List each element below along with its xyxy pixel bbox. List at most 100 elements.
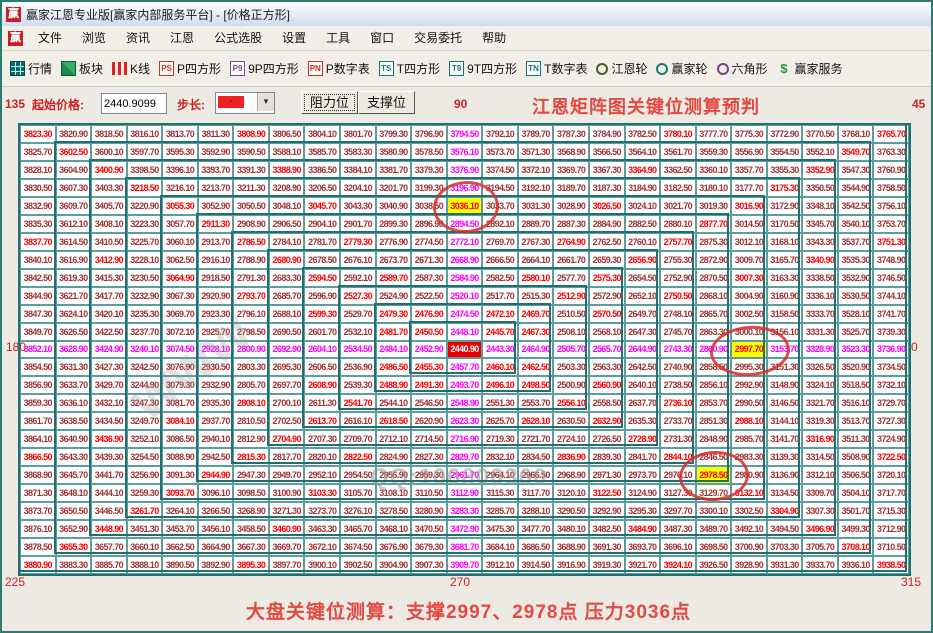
matrix-cell[interactable]: 2959.30 xyxy=(411,466,447,484)
matrix-cell[interactable]: 2644.90 xyxy=(625,341,661,359)
matrix-cell[interactable]: 3559.30 xyxy=(696,143,732,161)
matrix-cell[interactable]: 3933.70 xyxy=(802,556,838,574)
matrix-cell[interactable]: 3883.30 xyxy=(56,556,92,574)
matrix-cell[interactable]: 3194.50 xyxy=(482,179,518,197)
matrix-cell[interactable]: 3712.90 xyxy=(873,520,909,538)
matrix-cell[interactable]: 3256.90 xyxy=(127,466,163,484)
matrix-cell[interactable]: 2544.10 xyxy=(376,394,412,412)
matrix-cell[interactable]: 3432.10 xyxy=(91,394,127,412)
matrix-cell[interactable]: 3772.90 xyxy=(767,125,803,143)
matrix-cell[interactable]: 3093.70 xyxy=(162,484,198,502)
matrix-cell[interactable]: 3535.30 xyxy=(838,251,874,269)
matrix-cell[interactable]: 3472.90 xyxy=(447,520,483,538)
matrix-cell[interactable]: 2947.30 xyxy=(233,466,269,484)
matrix-cell[interactable]: 3045.70 xyxy=(304,197,340,215)
matrix-cell[interactable]: 3458.50 xyxy=(233,520,269,538)
matrix-cell[interactable]: 3652.90 xyxy=(56,520,92,538)
matrix-cell[interactable]: 2553.70 xyxy=(518,394,554,412)
matrix-cell[interactable]: 2736.10 xyxy=(660,394,696,412)
toolbar-item[interactable]: TNT数字表 xyxy=(526,60,587,77)
matrix-cell[interactable]: 2510.50 xyxy=(553,305,589,323)
matrix-cell[interactable]: 2822.50 xyxy=(340,448,376,466)
matrix-cell[interactable]: 3775.30 xyxy=(731,125,767,143)
matrix-cell[interactable]: 3784.90 xyxy=(589,125,625,143)
matrix-cell[interactable]: 2798.50 xyxy=(233,323,269,341)
matrix-cell[interactable]: 3120.10 xyxy=(553,484,589,502)
matrix-cell[interactable]: 2448.10 xyxy=(447,323,483,341)
matrix-cell[interactable]: 2656.90 xyxy=(625,251,661,269)
matrix-cell[interactable]: 2872.90 xyxy=(696,251,732,269)
matrix-cell[interactable]: 2817.70 xyxy=(269,448,305,466)
matrix-cell[interactable]: 3921.70 xyxy=(625,556,661,574)
matrix-cell[interactable]: 3456.10 xyxy=(198,520,234,538)
matrix-cell[interactable]: 3168.10 xyxy=(767,233,803,251)
matrix-cell[interactable]: 3362.50 xyxy=(660,161,696,179)
matrix-cell[interactable]: 3720.10 xyxy=(873,466,909,484)
matrix-cell[interactable]: 2647.30 xyxy=(625,323,661,341)
matrix-cell[interactable]: 3729.70 xyxy=(873,394,909,412)
matrix-cell[interactable]: 3379.30 xyxy=(411,161,447,179)
matrix-cell[interactable]: 2865.70 xyxy=(696,305,732,323)
step-dropdown[interactable]: - ▼ xyxy=(215,92,275,114)
matrix-cell[interactable]: 2932.90 xyxy=(198,376,234,394)
matrix-cell[interactable]: 3585.70 xyxy=(304,143,340,161)
matrix-cell[interactable]: 3372.10 xyxy=(518,161,554,179)
matrix-cell[interactable]: 3578.50 xyxy=(411,143,447,161)
matrix-cell[interactable]: 3796.90 xyxy=(411,125,447,143)
matrix-cell[interactable]: 2503.30 xyxy=(553,358,589,376)
matrix-cell[interactable]: 2635.30 xyxy=(625,412,661,430)
matrix-cell[interactable]: 2844.10 xyxy=(660,448,696,466)
matrix-cell[interactable]: 3108.10 xyxy=(376,484,412,502)
matrix-cell[interactable]: 3573.70 xyxy=(482,143,518,161)
matrix-cell[interactable]: 2642.50 xyxy=(625,358,661,376)
matrix-cell[interactable]: 3660.10 xyxy=(127,538,163,556)
matrix-cell[interactable]: 3602.50 xyxy=(56,143,92,161)
matrix-cell[interactable]: 2966.50 xyxy=(518,466,554,484)
matrix-cell[interactable]: 2911.30 xyxy=(198,215,234,233)
matrix-cell[interactable]: 3612.10 xyxy=(56,215,92,233)
matrix-cell[interactable]: 3038.50 xyxy=(411,197,447,215)
matrix-cell[interactable]: 3213.70 xyxy=(198,179,234,197)
matrix-cell[interactable]: 2870.50 xyxy=(696,269,732,287)
matrix-cell[interactable]: 3876.10 xyxy=(20,520,56,538)
matrix-cell[interactable]: 3926.50 xyxy=(696,556,732,574)
matrix-cell[interactable]: 2558.50 xyxy=(589,394,625,412)
matrix-cell[interactable]: 3184.90 xyxy=(625,179,661,197)
matrix-cell[interactable]: 2491.30 xyxy=(411,376,447,394)
toolbar-item[interactable]: K线 xyxy=(112,60,150,77)
matrix-cell[interactable]: 2589.70 xyxy=(376,269,412,287)
matrix-cell[interactable]: 2464.90 xyxy=(518,341,554,359)
matrix-cell[interactable]: 2762.50 xyxy=(589,233,625,251)
matrix-cell[interactable]: 3484.90 xyxy=(625,520,661,538)
matrix-cell[interactable]: 2973.70 xyxy=(625,466,661,484)
matrix-cell[interactable]: 3266.50 xyxy=(198,502,234,520)
matrix-cell[interactable]: 2556.10 xyxy=(553,394,589,412)
matrix-cell[interactable]: 2608.90 xyxy=(304,376,340,394)
matrix-cell[interactable]: 2976.10 xyxy=(660,466,696,484)
matrix-cell[interactable]: 3247.30 xyxy=(127,394,163,412)
menu-item[interactable]: 江恩 xyxy=(160,28,204,48)
matrix-cell[interactable]: 3888.10 xyxy=(127,556,163,574)
matrix-cell[interactable]: 2752.90 xyxy=(660,269,696,287)
matrix-cell[interactable]: 3873.70 xyxy=(20,502,56,520)
matrix-cell[interactable]: 3549.70 xyxy=(838,143,874,161)
matrix-cell[interactable]: 3096.10 xyxy=(198,484,234,502)
matrix-cell[interactable]: 2551.30 xyxy=(482,394,518,412)
matrix-cell[interactable]: 2918.50 xyxy=(198,269,234,287)
matrix-cell[interactable]: 3218.50 xyxy=(127,179,163,197)
matrix-cell[interactable]: 3405.70 xyxy=(91,197,127,215)
matrix-cell[interactable]: 3223.30 xyxy=(127,215,163,233)
matrix-cell[interactable]: 3782.50 xyxy=(625,125,661,143)
matrix-cell[interactable]: 3859.30 xyxy=(20,394,56,412)
matrix-cell[interactable]: 3067.30 xyxy=(162,287,198,305)
matrix-cell[interactable]: 3777.70 xyxy=(696,125,732,143)
matrix-cell[interactable]: 3204.10 xyxy=(340,179,376,197)
matrix-cell[interactable]: 3909.70 xyxy=(447,556,483,574)
matrix-cell[interactable]: 3057.70 xyxy=(162,215,198,233)
matrix-cell[interactable]: 3283.30 xyxy=(447,502,483,520)
matrix-cell[interactable]: 2832.10 xyxy=(482,448,518,466)
matrix-cell[interactable]: 2820.10 xyxy=(304,448,340,466)
matrix-cell[interactable]: 3528.10 xyxy=(838,305,874,323)
matrix-cell[interactable]: 2877.70 xyxy=(696,215,732,233)
matrix-cell[interactable]: 3132.10 xyxy=(731,484,767,502)
